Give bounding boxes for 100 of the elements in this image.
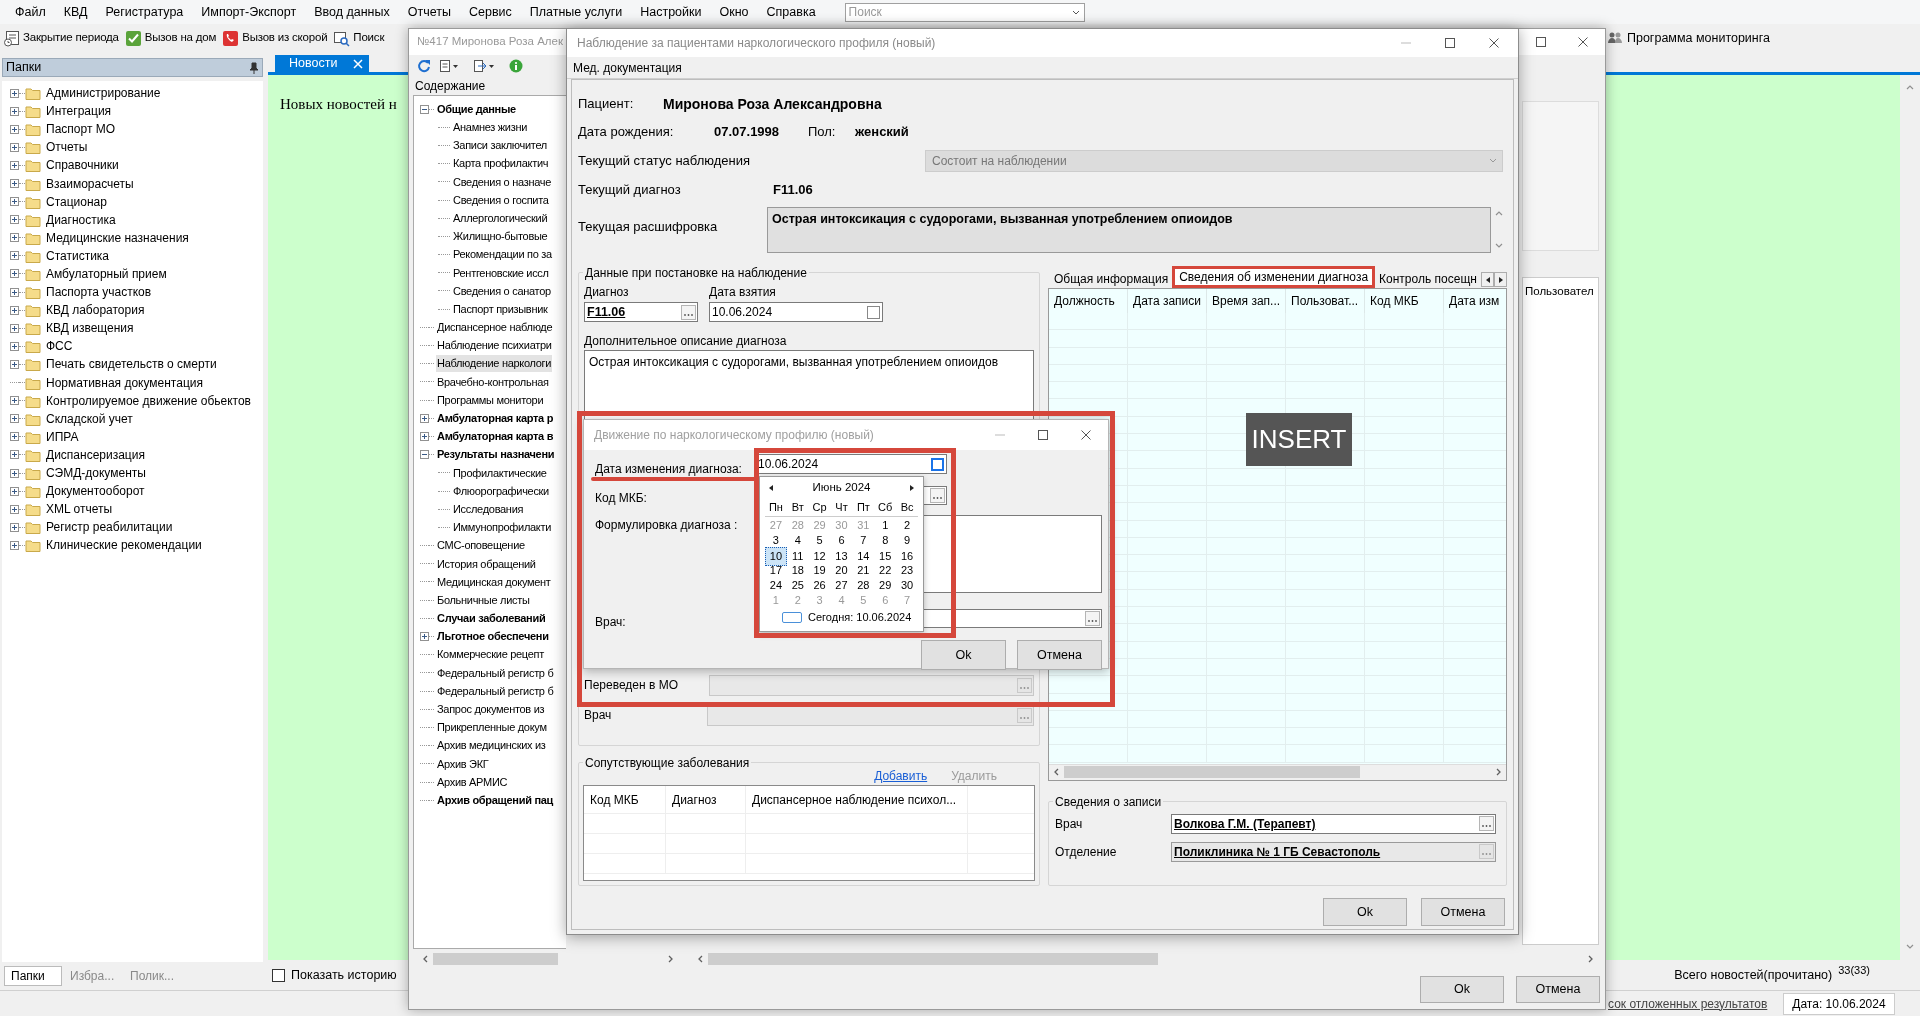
collapse-icon[interactable] — [420, 450, 429, 460]
tree-item[interactable]: Паспорт МО — [46, 120, 116, 139]
button[interactable]: Ok — [1420, 975, 1504, 1003]
tree-item[interactable]: Федеральный регистр б — [436, 682, 555, 700]
calendar-day[interactable]: 3 — [765, 532, 787, 549]
calendar-day[interactable]: 28 — [852, 577, 875, 594]
horizontal-scrollbar[interactable] — [1049, 763, 1506, 780]
browse-button[interactable] — [930, 488, 945, 503]
tree-item[interactable]: Архив медицинских из — [436, 737, 547, 754]
tree-item[interactable]: Стационар — [46, 192, 107, 211]
tree-item[interactable]: Архив АРМИС — [436, 773, 509, 791]
document-icon[interactable] — [439, 59, 459, 73]
expand-icon[interactable] — [10, 160, 19, 170]
collapse-icon[interactable] — [420, 104, 429, 114]
scrollbar-thumb[interactable] — [433, 953, 558, 965]
button[interactable]: Ok — [921, 640, 1006, 670]
expand-icon[interactable] — [10, 88, 19, 98]
expand-icon[interactable] — [10, 323, 19, 333]
calendar-day[interactable]: 4 — [786, 532, 809, 549]
input-field[interactable] — [709, 674, 1034, 696]
button[interactable]: Отмена — [1421, 898, 1505, 926]
link[interactable]: Добавить — [874, 767, 928, 785]
checkbox[interactable] — [272, 968, 285, 982]
tree-item[interactable]: Амбулаторная карта р — [436, 410, 555, 427]
tree-item[interactable]: Иммунопрофилакти — [452, 519, 553, 536]
expand-icon[interactable] — [10, 504, 19, 514]
tree-item[interactable]: Документооборот — [46, 482, 145, 501]
scrollbar-thumb[interactable] — [1064, 766, 1360, 779]
tree-item[interactable]: Записи заключител — [452, 137, 548, 154]
calendar-day[interactable]: 25 — [786, 577, 809, 594]
search-field[interactable]: Поиск — [844, 2, 1085, 22]
expand-icon[interactable] — [10, 468, 19, 478]
tree-item[interactable]: ИПРА — [46, 427, 79, 446]
calendar-day[interactable]: 2 — [896, 517, 918, 534]
menu-item[interactable]: Импорт-Экспорт — [192, 2, 306, 22]
expand-icon[interactable] — [10, 197, 19, 207]
refresh-icon[interactable] — [417, 59, 431, 73]
toolbar-button[interactable]: Закрытие периода — [3, 27, 119, 49]
expand-icon[interactable] — [10, 233, 19, 243]
expand-icon[interactable] — [10, 179, 19, 188]
menu-item[interactable]: КВД — [54, 2, 97, 22]
tree-item[interactable]: Врачебно-контрольная — [436, 373, 550, 391]
tree-item[interactable]: Диспансерное наблюде — [436, 319, 554, 336]
news-tab[interactable]: Новости — [275, 55, 370, 72]
tree-item[interactable]: Амбулаторный прием — [46, 265, 167, 283]
button[interactable]: Ok — [1323, 898, 1407, 926]
expand-icon[interactable] — [10, 522, 19, 532]
expand-icon[interactable] — [10, 414, 19, 424]
scrollbar-thumb[interactable] — [708, 953, 1158, 965]
tree-item[interactable]: Интеграция — [46, 102, 112, 121]
department-field[interactable]: Поликлиника № 1 ГБ Севастополь — [1171, 841, 1496, 862]
close-icon[interactable] — [1488, 37, 1500, 49]
calendar-day[interactable]: 5 — [808, 532, 831, 549]
today-link[interactable]: Сегодня: 10.06.2024 — [808, 608, 912, 626]
tree-item[interactable]: Сведения о госпита — [452, 191, 550, 209]
scroll-left-button[interactable] — [1481, 272, 1494, 287]
tree-item[interactable]: Справочники — [46, 156, 119, 175]
next-month-icon[interactable] — [909, 484, 915, 492]
export-icon[interactable] — [473, 59, 495, 73]
maximize-icon[interactable] — [1444, 37, 1456, 49]
browse-button[interactable] — [1479, 816, 1494, 832]
tree-item[interactable]: Сведения о назначе — [452, 173, 552, 191]
menu-item[interactable]: Справка — [757, 2, 825, 22]
calendar-day[interactable]: 27 — [830, 577, 853, 594]
menu-item[interactable]: Отчеты — [398, 2, 460, 22]
button[interactable]: Отмена — [1516, 975, 1600, 1003]
tab[interactable]: Сведения об изменении диагноза — [1172, 266, 1376, 288]
tree-item[interactable]: Запрос документов из — [436, 701, 546, 718]
tree-item[interactable]: Льготное обеспечени — [436, 628, 550, 645]
tree-item[interactable]: КВД извещения — [46, 319, 134, 338]
doctor-field[interactable]: Волкова Г.М. (Терапевт) — [1171, 813, 1496, 834]
tree-item[interactable]: КВД лаборатория — [46, 301, 145, 320]
tab[interactable]: Контроль посещн — [1375, 269, 1481, 288]
expand-icon[interactable] — [10, 540, 19, 550]
vertical-scrollbar[interactable] — [1900, 75, 1920, 960]
tree-item[interactable]: Клинические рекомендации — [46, 536, 202, 555]
tree-item[interactable]: Исследования — [452, 500, 525, 518]
expand-icon[interactable] — [10, 432, 19, 442]
tree-item[interactable]: Флюорографически — [452, 482, 550, 500]
menu-item[interactable]: Окно — [710, 2, 758, 22]
tree-item[interactable]: Складской учет — [46, 409, 133, 428]
toolbar-button[interactable]: Вызов на дом — [124, 27, 217, 49]
menu-item[interactable]: Мед. документация — [573, 58, 682, 77]
tree-item[interactable]: Коммерческие рецепт — [436, 646, 545, 663]
tree-item[interactable]: Диагностика — [46, 210, 116, 229]
expand-icon[interactable] — [10, 359, 19, 369]
tree-item[interactable]: Печать свидетельств о смерти — [46, 355, 217, 374]
expand-icon[interactable] — [10, 251, 19, 261]
expand-icon[interactable] — [10, 269, 19, 279]
expand-icon[interactable] — [10, 142, 19, 152]
diagnosis-field[interactable]: F11.06 — [584, 302, 698, 322]
tree-item[interactable]: Взаиморасчеты — [46, 174, 134, 193]
calendar-day[interactable]: 26 — [808, 577, 831, 594]
tree-item[interactable]: Наблюдение психиатри — [436, 337, 553, 354]
tree-item[interactable]: Карта профилактич — [452, 155, 550, 172]
expand-icon[interactable] — [10, 287, 19, 297]
tree-item[interactable]: Нормативная документация — [46, 373, 203, 392]
scroll-right-button[interactable] — [1494, 272, 1507, 287]
tree-item[interactable]: ФСС — [46, 337, 73, 356]
expand-icon[interactable] — [10, 396, 19, 406]
